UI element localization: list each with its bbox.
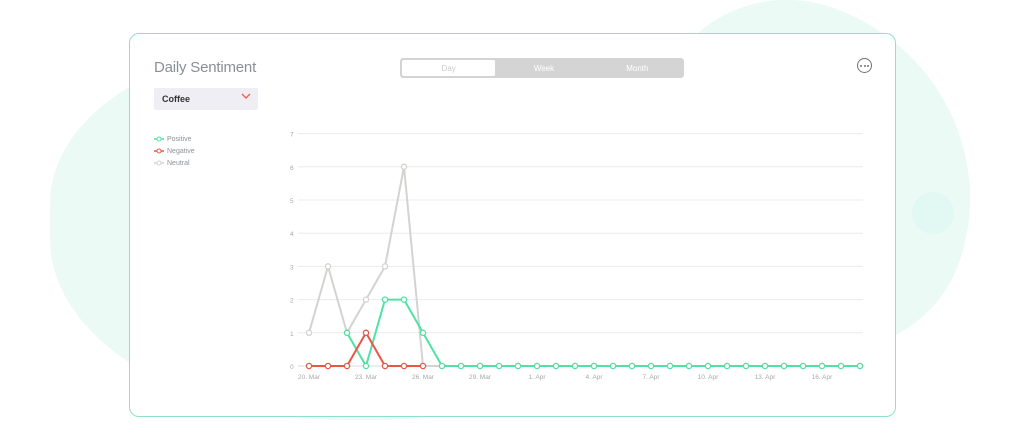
x-tick-label: 29. Mar [469, 374, 492, 381]
data-point-positive [438, 362, 446, 370]
data-point-positive [552, 362, 560, 370]
data-point-positive [799, 362, 807, 370]
y-tick-label: 2 [290, 298, 294, 305]
data-point-positive [571, 362, 579, 370]
data-point-neutral [362, 296, 370, 303]
data-point-positive [628, 362, 636, 370]
data-point-positive [666, 362, 674, 370]
x-tick-label: 13. Apr [755, 374, 776, 381]
data-point-positive [704, 362, 712, 370]
data-point-positive [609, 362, 617, 370]
y-tick-label: 0 [290, 364, 294, 371]
data-point-neutral [324, 263, 332, 270]
data-point-positive [514, 362, 522, 370]
data-point-positive [685, 362, 693, 370]
data-point-positive [780, 362, 788, 370]
data-point-negative [324, 362, 332, 370]
x-tick-label: 16. Apr [812, 374, 833, 381]
data-point-negative [362, 329, 370, 337]
data-point-positive [400, 296, 408, 303]
x-tick-label: 23. Mar [355, 374, 378, 381]
y-tick-label: 1 [290, 331, 294, 338]
data-point-negative [381, 362, 389, 370]
x-tick-label: 1. Apr [529, 374, 547, 381]
data-point-negative [305, 362, 313, 370]
x-tick-label: 20. Mar [298, 374, 321, 381]
data-point-positive [723, 362, 731, 370]
data-point-positive [856, 362, 864, 370]
data-point-positive [742, 362, 750, 370]
series-line-negative [309, 331, 423, 367]
y-tick-label: 6 [290, 165, 294, 172]
x-tick-label: 7. Apr [643, 374, 661, 381]
data-point-neutral [381, 263, 389, 270]
y-tick-label: 5 [290, 198, 294, 205]
data-point-neutral [400, 163, 408, 171]
data-point-positive [343, 329, 351, 337]
data-point-positive [419, 329, 427, 337]
data-point-positive [362, 362, 370, 370]
data-point-negative [343, 362, 351, 370]
y-tick-label: 4 [290, 231, 294, 238]
data-point-positive [495, 362, 503, 370]
data-point-positive [818, 362, 826, 370]
x-tick-label: 26. Mar [412, 374, 435, 381]
data-point-negative [419, 362, 427, 370]
data-point-positive [647, 362, 655, 370]
data-point-positive [476, 362, 484, 370]
data-point-positive [533, 362, 541, 370]
data-point-positive [837, 362, 845, 370]
data-point-positive [590, 362, 598, 370]
data-point-negative [400, 362, 408, 370]
data-point-neutral [305, 329, 313, 337]
sentiment-line-chart: 0 1 2 3 4 5 6 7 20. Mar 23. Mar 26. Mar 29. Mar 1. A… [290, 132, 864, 381]
data-point-positive [761, 362, 769, 370]
data-point-positive [381, 296, 389, 303]
y-tick-label: 3 [290, 264, 294, 271]
x-tick-label: 4. Apr [586, 374, 604, 381]
y-tick-label: 7 [290, 132, 294, 139]
x-tick-label: 10. Apr [698, 374, 719, 381]
data-point-positive [457, 362, 465, 370]
